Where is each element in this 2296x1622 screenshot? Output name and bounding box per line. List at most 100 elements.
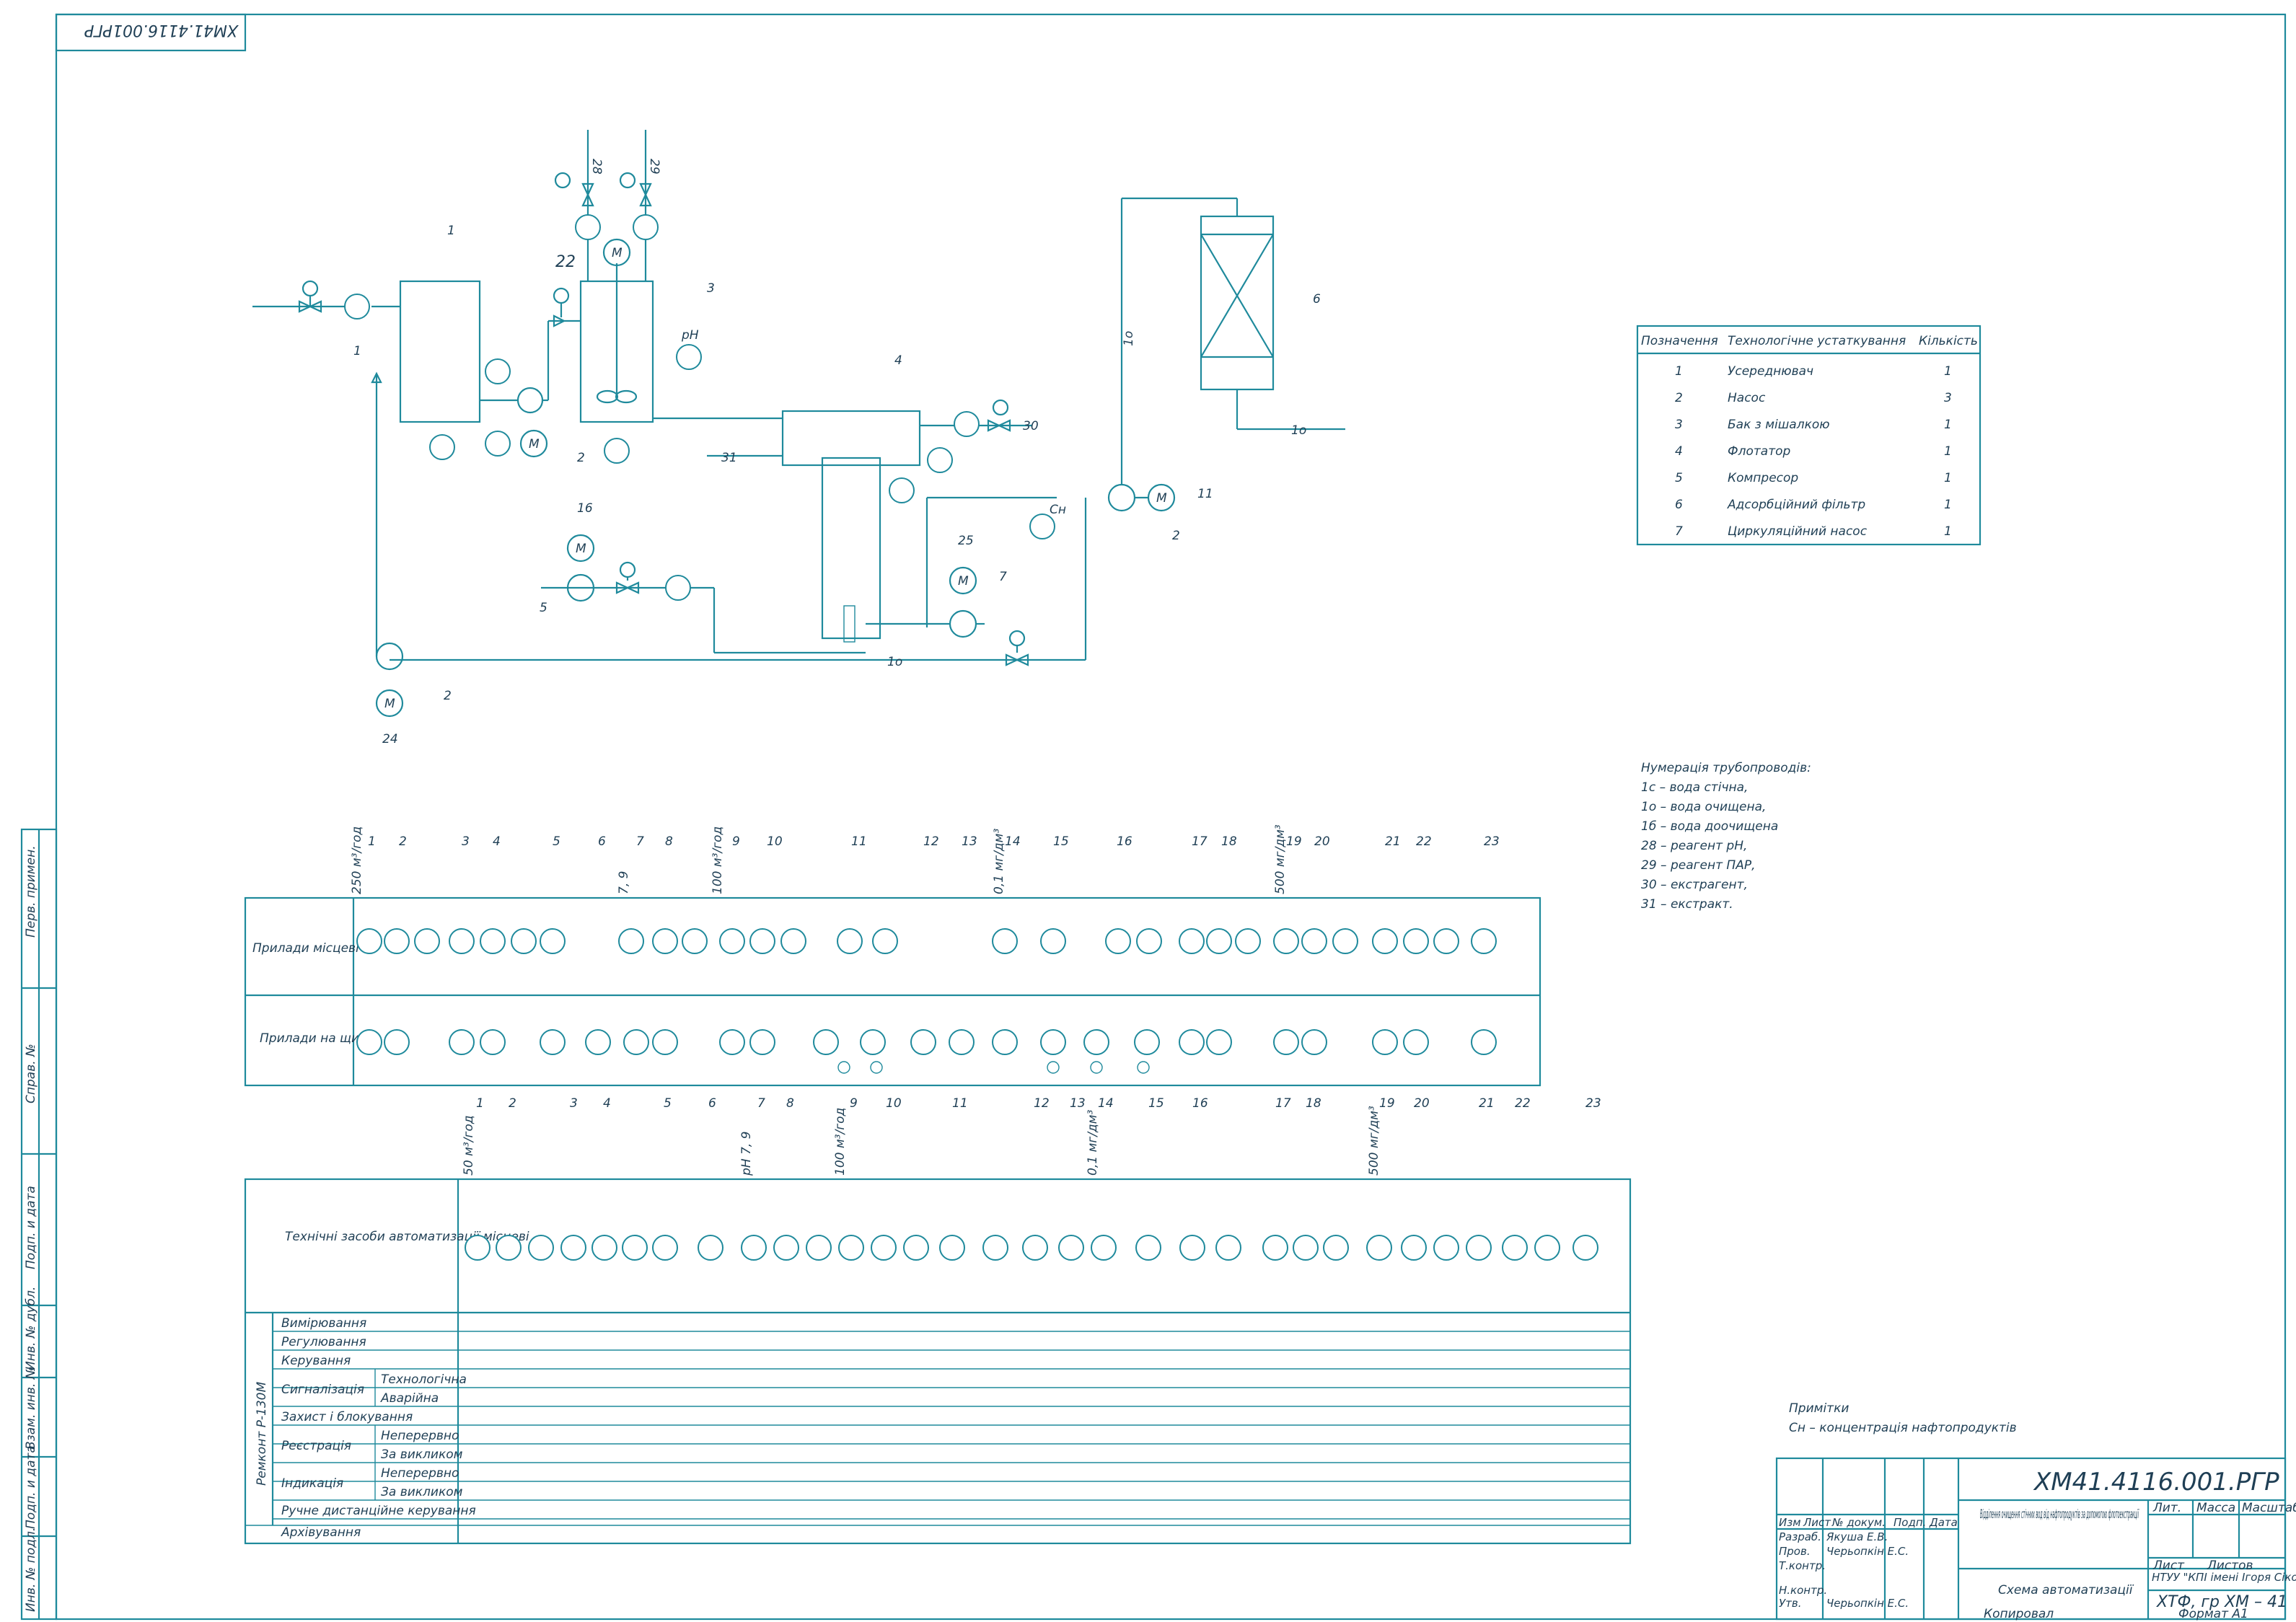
panel2-col-number: 16 [1192, 1096, 1208, 1111]
technical-means-instrument [1293, 1235, 1319, 1261]
svg-text:7: 7 [999, 570, 1007, 584]
svg-text:Разраб.: Разраб. [1779, 1530, 1821, 1543]
panel2-col-number: 17 [1275, 1096, 1291, 1111]
board-instrument [813, 1029, 839, 1055]
signal-lamp-icon [837, 1061, 850, 1074]
technical-means-instrument [1215, 1235, 1241, 1261]
board-instrument [652, 1029, 678, 1055]
pipeline-numbering: Нумерація трубопроводів: 1с – вода стічн… [1641, 761, 1811, 912]
legend-qty: 1 [1944, 364, 1952, 379]
board-instrument [1403, 1029, 1429, 1055]
panel2-row-label: Регулювання [281, 1335, 366, 1349]
panel2-row-label: Реєстрація [281, 1439, 351, 1453]
svg-text:24: 24 [382, 732, 398, 746]
panel1-col-number: 9 [732, 834, 740, 849]
pump-icon [516, 387, 544, 414]
svg-text:Утв.: Утв. [1779, 1597, 1802, 1610]
technical-means-instrument [1022, 1235, 1048, 1261]
pipeline-item: 28 – реагент pH, [1641, 839, 1747, 853]
local-instrument [1273, 928, 1299, 954]
panel2-col-number: 6 [708, 1096, 716, 1111]
local-instrument [540, 928, 566, 954]
legend-equipment: Адсорбційний фільтр [1727, 498, 1865, 512]
panel1-col-number: 11 [851, 834, 867, 849]
panel2-row-label: Архівування [281, 1525, 361, 1540]
svg-text:Лист: Лист [2152, 1559, 2185, 1573]
technical-means-instrument [939, 1235, 965, 1261]
panel1-col-number: 22 [1416, 834, 1432, 849]
local-instrument [749, 928, 775, 954]
local-instrument [1136, 928, 1162, 954]
signal-lamp-icon [1137, 1061, 1150, 1074]
legend-qty: 3 [1944, 391, 1952, 405]
top-stamp: ХМ41.4116.001РГР [55, 13, 247, 52]
board-instrument [860, 1029, 886, 1055]
panel1-spec: 100 м³/год [711, 827, 725, 894]
svg-text:M: M [529, 437, 540, 451]
board-instrument [384, 1029, 410, 1055]
legend-qty: 1 [1944, 524, 1952, 539]
svg-text:Копировал: Копировал [1984, 1607, 2054, 1621]
board-instrument [749, 1029, 775, 1055]
legend-pos: 5 [1675, 471, 1683, 485]
svg-text:5: 5 [540, 601, 547, 615]
board-instrument [540, 1029, 566, 1055]
drawing-code: ХМ41.4116.001.РГР [2033, 1468, 2279, 1497]
local-instrument [652, 928, 678, 954]
panel2-row-label: За викликом [381, 1447, 463, 1462]
svg-text:Сн – концентрація нафтопродукт: Сн – концентрація нафтопродуктів [1789, 1421, 2017, 1435]
panel2-row-label: Сигналізація [281, 1383, 364, 1397]
local-instrument [480, 928, 506, 954]
pipeline-item: 1б – вода доочищена [1641, 819, 1778, 834]
equipment-legend-table: Позначення Технологічне устаткування Кіл… [1636, 325, 1981, 546]
panel1-col-number: 12 [923, 834, 939, 849]
svg-text:ХМ41.4116.001РГР: ХМ41.4116.001РГР [84, 21, 239, 39]
svg-text:11: 11 [1197, 487, 1213, 501]
local-instrument [1105, 928, 1131, 954]
panel1-col-number: 4 [493, 834, 501, 849]
signal-lamp-icon [1090, 1061, 1103, 1074]
technical-means-instrument [465, 1235, 491, 1261]
technical-means-instrument [591, 1235, 617, 1261]
svg-text:25: 25 [958, 534, 974, 548]
svg-text:№ докум.: № докум. [1831, 1516, 1886, 1529]
svg-text:28: 28 [589, 159, 604, 175]
panel2-col-number: 22 [1515, 1096, 1531, 1111]
technical-means-instrument [1091, 1235, 1117, 1261]
side-label-7: Инв. № подл. [24, 1528, 38, 1612]
svg-text:Т.контр.: Т.контр. [1779, 1559, 1826, 1572]
legend-equipment: Компресор [1728, 471, 1798, 485]
svg-text:Лит.: Лит. [2152, 1501, 2181, 1515]
svg-text:Відділення очищення стічних во: Відділення очищення стічних вод від нафт… [1980, 1507, 2139, 1522]
technical-means-instrument [773, 1235, 799, 1261]
pipeline-item: 31 – екстракт. [1641, 897, 1733, 912]
pipeline-item: 29 – реагент ПАР, [1641, 858, 1756, 873]
svg-text:4: 4 [894, 353, 902, 368]
panel2-col-number: 21 [1479, 1096, 1495, 1111]
technical-means-instrument [903, 1235, 929, 1261]
svg-text:Дата: Дата [1929, 1516, 1958, 1529]
svg-text:Масштаб: Масштаб [2242, 1501, 2296, 1515]
technical-means-instrument [871, 1235, 897, 1261]
panel1-col-number: 16 [1117, 834, 1132, 849]
board-instrument [1372, 1029, 1398, 1055]
svg-text:Лист: Лист [1803, 1516, 1831, 1529]
svg-text:Масса: Масса [2196, 1501, 2235, 1515]
legend-qty: 1 [1944, 498, 1952, 512]
local-instrument [1179, 928, 1205, 954]
svg-text:M: M [576, 542, 586, 556]
panel2-row-label: Керування [281, 1354, 351, 1368]
svg-text:1о: 1о [887, 655, 902, 669]
svg-text:1: 1 [353, 344, 361, 358]
side-label-3: Подп. и дата [24, 1186, 38, 1269]
board-instrument [1206, 1029, 1232, 1055]
panel2-col-number: 12 [1034, 1096, 1050, 1111]
local-instrument [780, 928, 806, 954]
technical-means-instrument [1135, 1235, 1161, 1261]
legend-pos: 2 [1675, 391, 1683, 405]
local-instrument [511, 928, 537, 954]
svg-text:31: 31 [721, 451, 737, 465]
board-instrument [1471, 1029, 1497, 1055]
panel2-header: Технічні засоби автоматизації місцеві [285, 1230, 529, 1244]
pipeline-item: 30 – екстрагент, [1641, 878, 1748, 892]
